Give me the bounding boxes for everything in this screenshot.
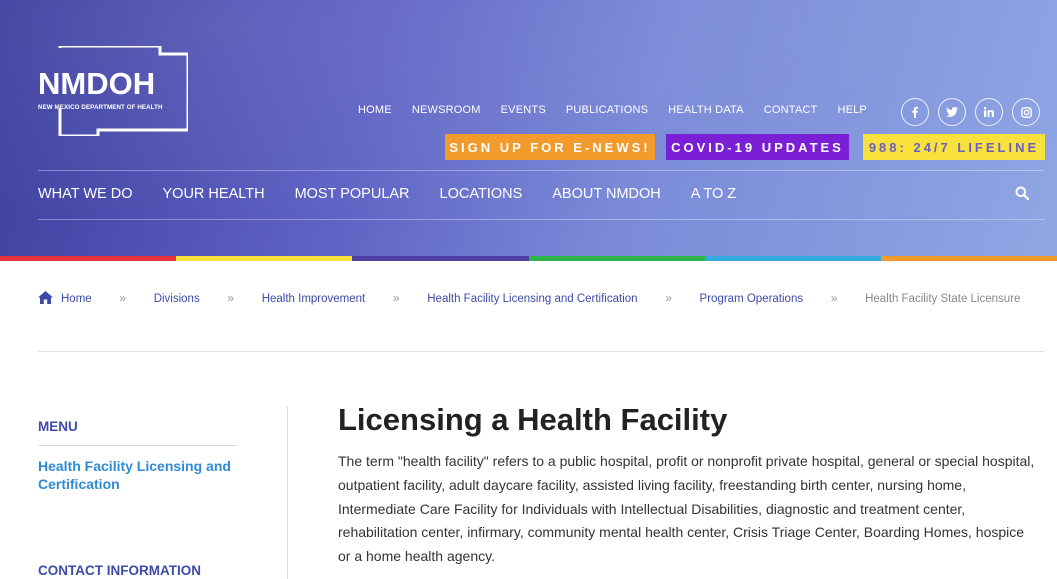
breadcrumb-separator: » xyxy=(119,291,127,305)
mainnav-a-to-z[interactable]: A TO Z xyxy=(691,186,736,202)
breadcrumb-separator: » xyxy=(665,291,672,305)
covid-updates-button[interactable]: COVID-19 UPDATES xyxy=(666,134,849,160)
topnav-contact[interactable]: CONTACT xyxy=(764,104,818,116)
breadcrumb-separator: » xyxy=(227,291,235,305)
mainnav-locations[interactable]: LOCATIONS xyxy=(440,186,523,202)
mainnav-what-we-do[interactable]: WHAT WE DO xyxy=(38,186,133,202)
logo-title: NMDOH xyxy=(38,66,156,101)
sidebar-divider xyxy=(38,445,237,446)
topnav-health-data[interactable]: HEALTH DATA xyxy=(668,104,744,116)
enews-signup-button[interactable]: SIGN UP FOR E-NEWS! xyxy=(445,134,655,160)
nmdoh-logo[interactable]: NMDOH NEW MEXICO DEPARTMENT OF HEALTH xyxy=(38,46,188,136)
mainnav-most-popular[interactable]: MOST POPULAR xyxy=(295,186,410,202)
breadcrumb-current: Health Facility State Licensure xyxy=(865,293,1021,305)
topnav-help[interactable]: HELP xyxy=(837,104,867,116)
topnav-publications[interactable]: PUBLICATIONS xyxy=(566,104,648,116)
sidebar-contact-title: CONTACT INFORMATION xyxy=(38,563,201,578)
page-title: Licensing a Health Facility xyxy=(338,402,728,437)
search-icon[interactable] xyxy=(1015,186,1031,202)
breadcrumb-separator: » xyxy=(392,291,400,305)
rainbow-stripe xyxy=(0,256,1057,261)
breadcrumb-health-improvement[interactable]: Health Improvement xyxy=(262,293,366,305)
instagram-icon[interactable] xyxy=(1012,98,1040,126)
main-nav: WHAT WE DO YOUR HEALTH MOST POPULAR LOCA… xyxy=(38,186,766,202)
stripe-green xyxy=(528,256,705,261)
topnav-events[interactable]: EVENTS xyxy=(501,104,546,116)
lifeline-button[interactable]: 988: 24/7 LIFELINE xyxy=(863,134,1045,160)
stripe-orange xyxy=(880,256,1057,261)
sidebar-vertical-divider xyxy=(287,406,288,579)
breadcrumb-program-operations[interactable]: Program Operations xyxy=(700,293,804,305)
mainnav-about-nmdoh[interactable]: ABOUT NMDOH xyxy=(552,186,661,202)
stripe-cyan xyxy=(704,256,881,261)
stripe-red xyxy=(0,256,177,261)
sidebar-link-licensing[interactable]: Health Facility Licensing and Certificat… xyxy=(38,457,238,493)
breadcrumb-divisions[interactable]: Divisions xyxy=(154,293,200,305)
linkedin-icon[interactable] xyxy=(975,98,1003,126)
breadcrumb-home[interactable]: Home xyxy=(61,293,92,305)
social-links xyxy=(901,98,1049,126)
mainnav-your-health[interactable]: YOUR HEALTH xyxy=(163,186,265,202)
breadcrumb-licensing-certification[interactable]: Health Facility Licensing and Certificat… xyxy=(427,293,637,305)
stripe-yellow xyxy=(176,256,353,261)
home-icon[interactable] xyxy=(38,291,53,309)
nav-divider-bottom xyxy=(38,219,1045,220)
breadcrumb-separator: » xyxy=(830,291,838,305)
twitter-icon[interactable] xyxy=(938,98,966,126)
utility-nav: HOME NEWSROOM EVENTS PUBLICATIONS HEALTH… xyxy=(358,104,887,116)
logo-subtitle: NEW MEXICO DEPARTMENT OF HEALTH xyxy=(38,104,163,111)
nav-divider-top xyxy=(38,170,1045,171)
topnav-newsroom[interactable]: NEWSROOM xyxy=(412,104,481,116)
breadcrumb: Home » Divisions » Health Improvement » Health… xyxy=(38,291,1038,309)
topnav-home[interactable]: HOME xyxy=(358,104,392,116)
header-hero: NMDOH NEW MEXICO DEPARTMENT OF HEALTH HO… xyxy=(0,0,1057,256)
facebook-icon[interactable] xyxy=(901,98,929,126)
breadcrumb-divider xyxy=(38,351,1045,352)
stripe-indigo xyxy=(352,256,529,261)
intro-paragraph: The term "health facility" refers to a p… xyxy=(338,453,1035,565)
sidebar-menu-title: MENU xyxy=(38,419,78,434)
